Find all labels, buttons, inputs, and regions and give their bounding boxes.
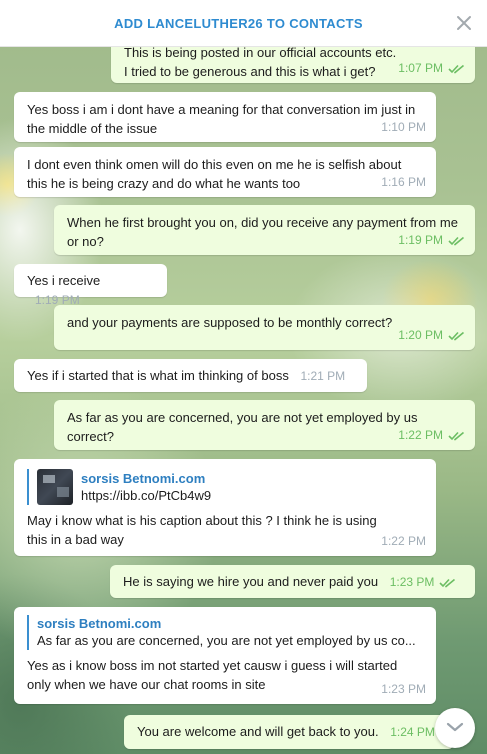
reply-preview[interactable]: sorsis Betnomi.com As far as you are con… [27,615,424,650]
message-time: 1:20 PM [398,328,443,342]
message-meta: 1:20 PM [398,326,465,345]
reply-author: sorsis Betnomi.com [37,616,162,631]
double-check-icon [448,64,465,74]
reply-text: https://ibb.co/PtCb4w9 [81,487,212,503]
message-meta: 1:23 PM [381,680,426,699]
chat-header: ADD LANCELUTHER26 TO CONTACTS [0,0,487,47]
message-meta: 1:19 PM [398,231,465,250]
message-outgoing: You are welcome and will get back to you… [124,715,454,749]
message-meta: 1:07 PM [398,59,465,78]
message-incoming: sorsis Betnomi.com https://ibb.co/PtCb4w… [14,459,436,556]
message-text: Yes if i started that is what im thinkin… [27,368,289,383]
message-time: 1:23 PM [389,575,435,589]
message-outgoing: When he first brought you on, did you re… [54,205,475,255]
close-icon[interactable] [455,14,473,32]
message-incoming: Yes if i started that is what im thinkin… [14,359,367,392]
scroll-to-bottom-button[interactable] [435,708,475,748]
message-meta: 1:16 PM [381,173,426,192]
message-text: I dont even think omen will do this even… [27,157,402,191]
message-time: 1:16 PM [381,175,426,189]
reply-text: As far as you are concerned, you are not… [37,633,416,648]
message-time: 1:07 PM [398,61,443,75]
message-incoming: Yes i receive 1:19 PM [14,264,167,307]
message-incoming: I dont even think omen will do this even… [14,147,436,197]
add-to-contacts-button[interactable]: ADD LANCELUTHER26 TO CONTACTS [114,16,363,31]
message-text: He is saying we hire you and never paid … [123,574,379,589]
message-list[interactable]: This is being posted in our official acc… [0,47,487,754]
double-check-icon [439,578,456,588]
message-text: Yes boss i am i dont have a meaning for … [27,102,416,136]
double-check-icon [448,236,465,246]
message-meta: 1:22 PM [381,532,426,551]
message-outgoing: He is saying we hire you and never paid … [110,565,475,598]
reply-preview[interactable]: sorsis Betnomi.com https://ibb.co/PtCb4w… [27,469,424,505]
message-meta: 1:24 PM [390,723,435,742]
chevron-down-icon [446,721,464,736]
message-time: 1:19 PM [398,233,443,247]
message-outgoing: and your payments are supposed to be mon… [54,305,475,350]
message-time: 1:10 PM [381,120,426,134]
message-outgoing: This is being posted in our official acc… [111,47,475,83]
message-meta: 1:22 PM [398,426,465,445]
message-time: 1:22 PM [381,534,426,548]
message-text: Yes as i know boss im not started yet ca… [27,658,398,692]
message-text: You are welcome and will get back to you… [137,724,379,739]
message-time: 1:24 PM [390,725,435,739]
reply-author: sorsis Betnomi.com [81,470,206,486]
message-outgoing: As far as you are concerned, you are not… [54,400,475,450]
link-thumbnail [37,469,73,505]
message-time: 1:22 PM [398,428,443,442]
message-meta: 1:10 PM [381,118,426,137]
double-check-icon [448,331,465,341]
message-time: 1:23 PM [381,682,426,696]
message-text: Yes i receive [27,273,101,288]
message-meta: 1:21 PM [300,367,345,386]
message-time: 1:21 PM [300,369,346,383]
message-text: May i know what is his caption about thi… [27,513,377,547]
message-incoming: Yes boss i am i dont have a meaning for … [14,92,436,142]
double-check-icon [448,431,465,441]
message-meta: 1:23 PM [390,573,457,592]
message-incoming: sorsis Betnomi.com As far as you are con… [14,607,436,704]
